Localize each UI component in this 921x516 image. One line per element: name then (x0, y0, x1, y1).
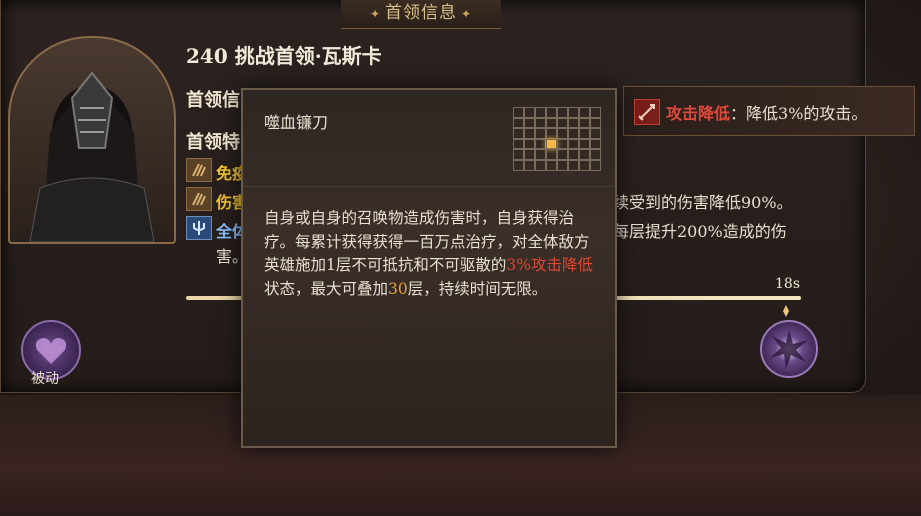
desc-stack: 30 (388, 279, 408, 298)
timeline-marker (783, 305, 789, 317)
desc-part3: 层，持续时间无限。 (407, 279, 548, 298)
debuff-name: 攻击降低 (666, 104, 731, 123)
item-tooltip: 噬血镰刀 自身或自身的召唤物造成伤害时，自身获得治疗。每累计获得获得一百万点治疗… (241, 88, 617, 448)
panel-title-bar: ✦ 首领信息 ✦ (341, 0, 501, 29)
trait-desc-line1: 续受到的伤害降低90%。 (613, 193, 793, 212)
passive-label: 被动 (31, 371, 59, 387)
desc-highlight: 3%攻击降低 (506, 256, 593, 274)
shape-grid (513, 107, 601, 171)
claw-icon[interactable] (186, 187, 212, 211)
trait-desc-line2: 每层提升200%造成的伤 (613, 222, 787, 241)
claw-icon[interactable] (186, 158, 212, 182)
boss-portrait (8, 36, 176, 244)
desc-part2: 状态，最大可叠加 (264, 279, 389, 298)
section-traits-heading: 首领特 (186, 132, 240, 153)
panel-title: 首领信息 (385, 3, 457, 23)
debuff-card[interactable]: 攻击降低：降低3%的攻击。 (623, 86, 915, 136)
diamond-icon: ✦ (461, 7, 473, 21)
tooltip-header: 噬血镰刀 (243, 90, 615, 187)
burst-icon (770, 330, 808, 369)
skill-orb[interactable] (760, 320, 818, 378)
timeline-time: 18s (775, 276, 800, 292)
tooltip-item-name: 噬血镰刀 (264, 113, 329, 132)
boss-title: 240 挑战首领·瓦斯卡 (186, 44, 382, 68)
debuff-desc: ：降低3%的攻击。 (730, 104, 868, 123)
hooded-knight-icon (29, 71, 155, 242)
diamond-icon: ✦ (369, 7, 381, 21)
trident-icon[interactable] (186, 216, 212, 240)
section-info-heading: 首领信 (186, 90, 240, 111)
debuff-text: 攻击降低：降低3%的攻击。 (666, 100, 867, 124)
tooltip-description: 自身或自身的召唤物造成伤害时，自身获得治疗。每累计获得获得一百万点治疗，对全体敌… (264, 207, 594, 301)
sword-icon (634, 99, 660, 125)
